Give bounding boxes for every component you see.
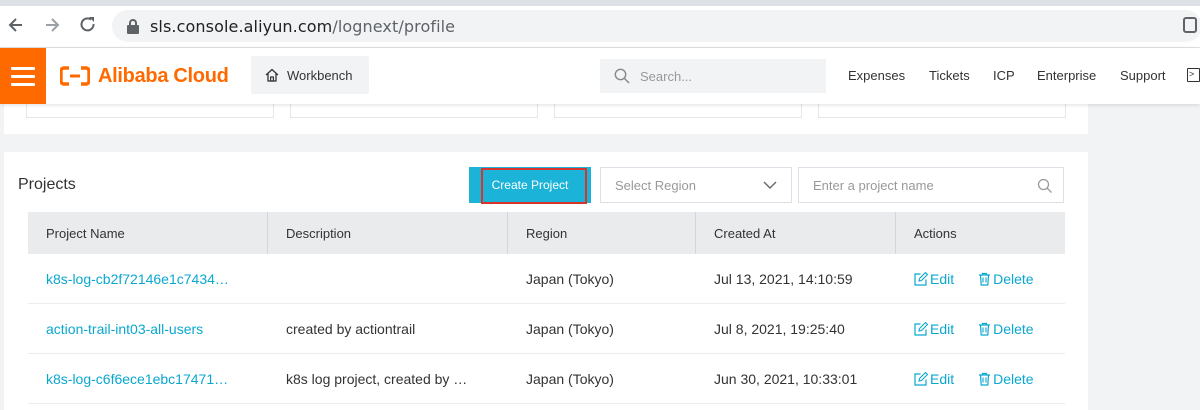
edit-icon [914,372,928,386]
browser-toolbar: sls.console.aliyun.com/lognext/profile [0,0,1200,48]
project-created-at: Jul 8, 2021, 19:25:40 [714,321,845,337]
search-icon [614,68,630,84]
brand-logo[interactable]: Alibaba Cloud [59,64,229,88]
url-host: sls.console.aliyun.com [150,17,333,36]
alibaba-cloud-logo-icon [59,66,91,86]
workbench-label: Workbench [287,67,353,83]
trash-icon [979,322,991,336]
project-name-search-input[interactable]: Enter a project name [798,167,1064,203]
tab-strip-edge [0,0,1200,6]
edit-icon [914,322,928,336]
overview-cards-area [4,104,1088,134]
project-description: k8s log project, created by … [286,371,468,387]
trash-icon [979,272,991,286]
nav-link-tickets[interactable]: Tickets [929,68,970,83]
highlight-box [481,168,587,204]
delete-button[interactable]: Delete [978,321,1034,337]
chevron-down-icon [763,181,777,189]
edit-label: Edit [930,371,955,387]
project-region: Japan (Tokyo) [526,321,614,337]
right-gutter [1088,104,1200,410]
forward-arrow-icon[interactable] [42,15,62,35]
overview-card [290,104,538,118]
column-header-project-name: Project Name [28,212,268,254]
trash-icon [979,372,991,386]
terminal-icon[interactable]: > [1187,68,1200,82]
create-project-button[interactable]: Create Project [469,167,591,204]
column-header-created-at: Created At [696,212,896,254]
edit-label: Edit [930,321,955,337]
table-row: action-trail-int03-all-users created by … [28,304,1065,354]
hamburger-menu-button[interactable] [0,48,46,104]
table-row: k8s-log-c6f6ece1ebc17471… k8s log projec… [28,354,1065,404]
table-row: k8s-log-cb2f72146e1c7434… Japan (Tokyo) … [28,254,1065,304]
nav-link-enterprise[interactable]: Enterprise [1037,68,1096,83]
delete-button[interactable]: Delete [978,271,1034,287]
edit-icon [914,272,928,286]
project-created-at: Jul 13, 2021, 14:10:59 [714,271,853,287]
edit-button[interactable]: Edit [914,271,954,287]
top-navigation: Alibaba Cloud Workbench Search... Expens… [0,48,1200,104]
lock-icon[interactable] [126,18,140,34]
projects-title: Projects [18,176,76,193]
project-created-at: Jun 30, 2021, 10:33:01 [714,371,858,387]
global-search-input[interactable]: Search... [600,59,826,93]
overview-card [554,104,802,118]
url-path: /lognext/profile [332,17,456,36]
column-header-description: Description [268,212,508,254]
extension-icon[interactable] [1183,17,1197,33]
project-name-link[interactable]: k8s-log-c6f6ece1ebc17471… [46,371,228,387]
edit-label: Edit [930,271,955,287]
delete-label: Delete [993,271,1034,287]
region-select[interactable]: Select Region [600,167,792,203]
delete-button[interactable]: Delete [978,371,1034,387]
project-region: Japan (Tokyo) [526,371,614,387]
delete-label: Delete [993,371,1034,387]
nav-link-expenses[interactable]: Expenses [848,68,905,83]
project-name-link[interactable]: k8s-log-cb2f72146e1c7434… [46,271,229,287]
search-placeholder: Search... [640,68,693,84]
nav-link-support[interactable]: Support [1120,68,1166,83]
project-name-link[interactable]: action-trail-int03-all-users [46,321,203,337]
region-select-placeholder: Select Region [615,177,696,193]
overview-card [26,104,274,118]
column-header-region: Region [508,212,696,254]
back-arrow-icon[interactable] [6,15,26,35]
project-region: Japan (Tokyo) [526,271,614,287]
project-description: created by actiontrail [286,321,416,337]
edit-button[interactable]: Edit [914,321,954,337]
column-header-actions: Actions [914,225,957,241]
url-text[interactable]: sls.console.aliyun.com/lognext/profile [150,17,455,36]
workbench-button[interactable]: Workbench [251,56,369,94]
edit-button[interactable]: Edit [914,371,954,387]
delete-label: Delete [993,321,1034,337]
overview-card [818,104,1066,118]
nav-link-icp[interactable]: ICP [993,68,1015,83]
search-icon[interactable] [1037,178,1053,194]
brand-name: Alibaba Cloud [98,64,229,87]
project-name-placeholder: Enter a project name [813,177,934,193]
home-icon [265,68,279,82]
projects-panel: Projects Create Project Select Region En… [4,152,1088,410]
reload-icon[interactable] [78,15,98,35]
table-header: Project Name Description Region Created … [28,212,1065,254]
projects-table: Project Name Description Region Created … [28,212,1065,404]
